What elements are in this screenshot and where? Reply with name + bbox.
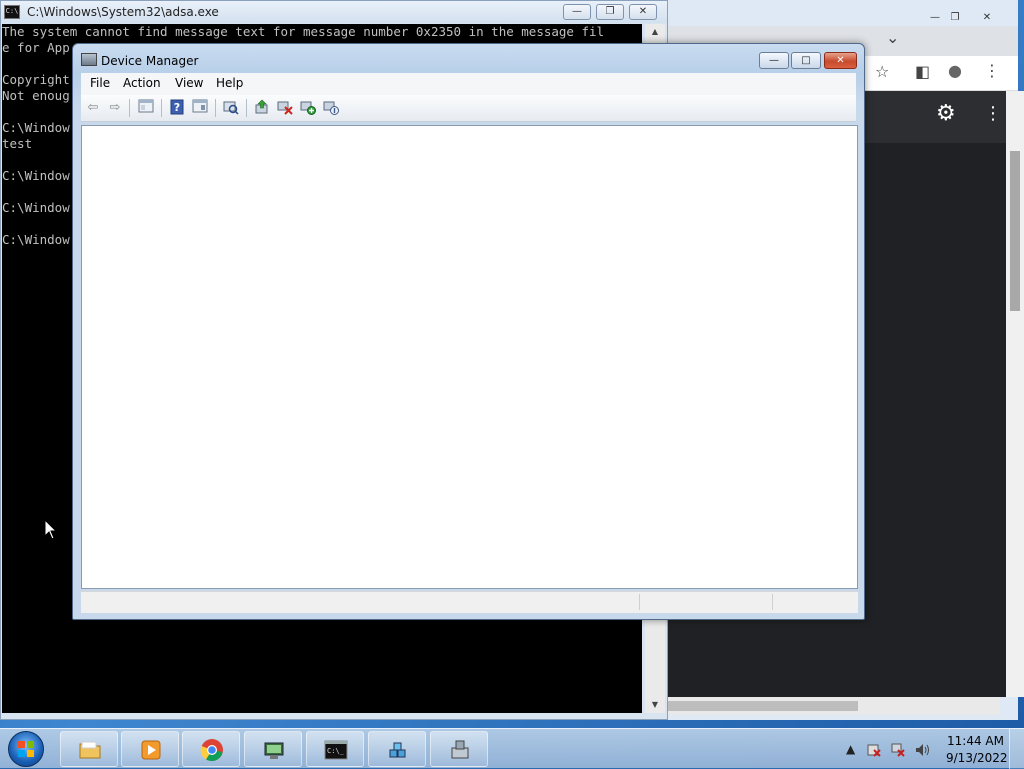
menu-bar: File Action View Help <box>81 73 856 95</box>
close-button[interactable]: ✕ <box>824 52 857 69</box>
window-title: Device Manager <box>101 54 199 68</box>
windows-logo-icon <box>18 741 34 757</box>
enable-device-icon[interactable] <box>299 99 317 117</box>
network-status-icon[interactable] <box>890 742 906 761</box>
network-computer-icon <box>264 742 284 759</box>
svg-text:C:\_: C:\_ <box>327 747 345 755</box>
minimize-button[interactable]: — <box>759 52 789 69</box>
taskbar-device-manager-button[interactable] <box>430 731 488 767</box>
chrome-minimize-button[interactable]: — <box>924 11 946 27</box>
chrome-vertical-scrollbar[interactable] <box>1006 91 1024 697</box>
taskbar-media-player-button[interactable] <box>121 731 179 767</box>
taskbar-command-prompt-button[interactable]: C:\_ <box>306 731 364 767</box>
menu-action[interactable]: Action <box>123 76 161 90</box>
device-tree-pane[interactable] <box>81 125 858 589</box>
maximize-button[interactable]: □ <box>791 52 821 69</box>
properties-pane-icon[interactable] <box>191 99 209 117</box>
help-icon[interactable]: ? <box>168 99 186 117</box>
bookmark-star-icon[interactable]: ☆ <box>875 62 889 81</box>
clock-time[interactable]: 11:44 AM <box>947 734 1004 748</box>
chrome-icon <box>200 739 223 762</box>
chrome-close-button[interactable]: ✕ <box>974 11 1000 27</box>
registry-cubes-icon <box>389 742 406 758</box>
scan-hardware-changes-icon[interactable] <box>222 99 240 117</box>
clock-date[interactable]: 9/13/2022 <box>946 751 1008 765</box>
start-button[interactable] <box>8 731 44 767</box>
taskbar-explorer-button[interactable] <box>60 731 118 767</box>
chrome-maximize-button[interactable]: ❐ <box>944 11 966 27</box>
taskbar-registry-button[interactable] <box>368 731 426 767</box>
taskbar: C:\_ ▲ 11:44 AM 9/13/2022 <box>0 728 1024 769</box>
device-manager-titlebar[interactable]: Device Manager — □ ✕ <box>73 44 864 74</box>
device-manager-icon <box>451 740 469 759</box>
console-title: C:\Windows\System32\adsa.exe <box>27 5 219 19</box>
menu-view[interactable]: View <box>175 76 203 90</box>
action-center-flag-icon[interactable] <box>866 742 882 761</box>
toolbar-separator <box>246 99 247 117</box>
status-divider <box>772 594 773 610</box>
toolbar: ⇦ ⇨ ? <box>81 95 856 122</box>
taskbar-chrome-button[interactable] <box>182 731 240 767</box>
toolbar-separator <box>161 99 162 117</box>
scrollbar-thumb[interactable] <box>1010 151 1020 311</box>
update-driver-icon[interactable] <box>253 99 271 117</box>
menu-help[interactable]: Help <box>216 76 243 90</box>
toolbar-separator <box>129 99 130 117</box>
side-panel-icon[interactable]: ◧ <box>915 62 930 81</box>
back-arrow-icon[interactable]: ⇦ <box>84 99 102 117</box>
show-desktop-button[interactable] <box>1009 729 1024 769</box>
console-titlebar[interactable]: C:\ C:\Windows\System32\adsa.exe — ❐ ✕ <box>1 1 667 23</box>
mouse-cursor-icon <box>44 519 58 540</box>
page-menu-icon[interactable]: ⋮ <box>984 103 1002 124</box>
tab-search-icon[interactable]: ⌄ <box>886 28 899 47</box>
scroll-up-arrow-icon[interactable]: ▲ <box>645 24 665 40</box>
disable-device-icon[interactable] <box>322 99 340 117</box>
profile-avatar-icon[interactable]: ● <box>948 61 962 80</box>
media-player-icon <box>141 740 161 760</box>
console-maximize-button[interactable]: ❐ <box>596 4 624 20</box>
scroll-down-arrow-icon[interactable]: ▼ <box>645 697 665 713</box>
scrollbar-thumb[interactable] <box>668 701 858 711</box>
show-hidden-icons-icon[interactable]: ▲ <box>846 742 855 756</box>
menu-file[interactable]: File <box>90 76 110 90</box>
device-manager-icon <box>81 53 97 66</box>
console-icon: C:\ <box>4 5 20 19</box>
svg-text:?: ? <box>174 101 180 114</box>
status-divider <box>639 594 640 610</box>
device-manager-window[interactable]: Device Manager — □ ✕ File Action View He… <box>72 43 865 620</box>
volume-speaker-icon[interactable] <box>914 742 932 761</box>
command-prompt-icon: C:\_ <box>324 740 348 760</box>
console-minimize-button[interactable]: — <box>563 4 591 20</box>
uninstall-device-icon[interactable] <box>276 99 294 117</box>
settings-gear-icon[interactable]: ⚙ <box>936 101 956 126</box>
forward-arrow-icon[interactable]: ⇨ <box>106 99 124 117</box>
taskbar-network-tool-button[interactable] <box>244 731 302 767</box>
show-hide-console-tree-icon[interactable] <box>137 99 155 117</box>
chrome-horizontal-scrollbar[interactable] <box>668 697 1000 715</box>
folder-icon <box>79 741 101 759</box>
status-bar <box>81 591 858 613</box>
chrome-menu-icon[interactable]: ⋮ <box>984 61 1000 80</box>
toolbar-separator <box>215 99 216 117</box>
console-line: The system cannot find message text for … <box>2 24 605 39</box>
console-close-button[interactable]: ✕ <box>629 4 657 20</box>
